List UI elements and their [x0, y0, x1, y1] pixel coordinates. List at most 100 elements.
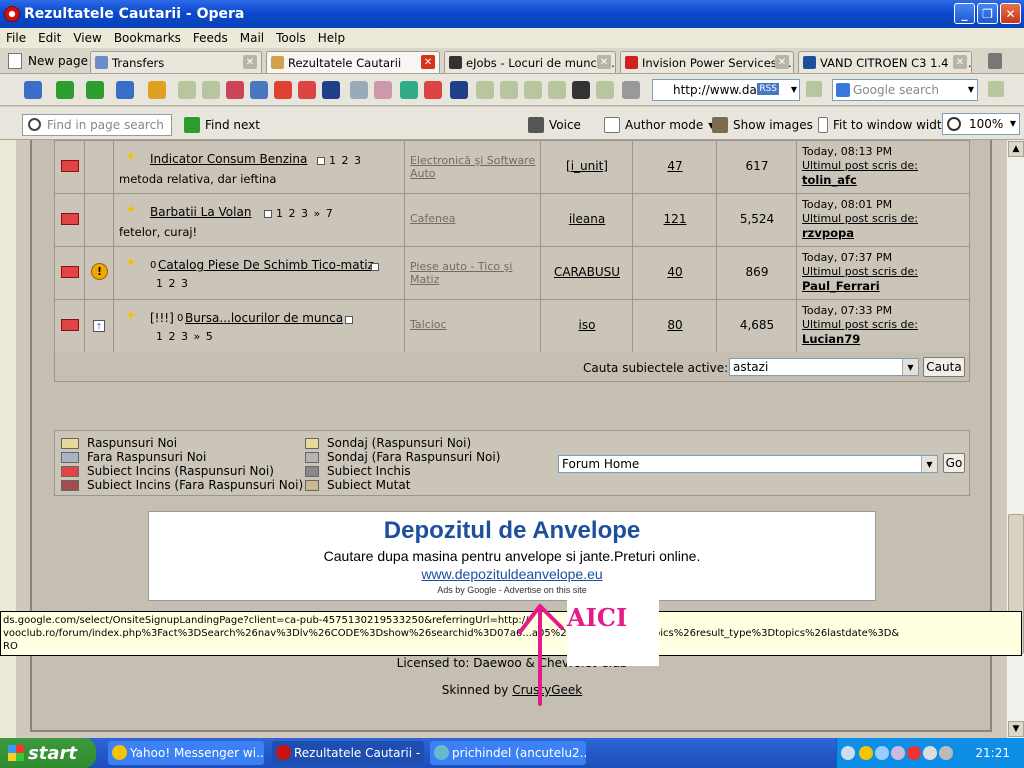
tab-transfers[interactable]: Transfers ✕ [90, 51, 262, 73]
google-ad[interactable]: Depozitul de Anvelope Cautare dupa masin… [148, 511, 876, 601]
minimize-button[interactable]: _ [954, 3, 975, 24]
search-input[interactable]: Google search ▼ [832, 79, 978, 101]
last-post-label[interactable]: Ultimul post scris de: [802, 212, 918, 226]
menu-view[interactable]: View [67, 31, 107, 45]
topic-pages-toggle[interactable] [367, 260, 383, 273]
show-images-button[interactable]: Show images [712, 117, 813, 133]
go-button[interactable]: Go [943, 453, 965, 473]
last-post-user[interactable]: Lucian79 [802, 332, 860, 346]
replies-link[interactable]: 40 [633, 265, 717, 279]
bookmark-icon[interactable] [548, 81, 566, 99]
restore-button[interactable]: ❐ [977, 3, 998, 24]
bookmark-icon[interactable] [596, 81, 614, 99]
tab-invision[interactable]: Invision Power Services :... ✕ [620, 51, 794, 73]
bookmark-icon[interactable] [226, 81, 244, 99]
new-page-button[interactable]: New page [8, 53, 88, 69]
menu-edit[interactable]: Edit [32, 31, 67, 45]
gmail-icon[interactable] [298, 81, 316, 99]
forum-link[interactable]: Piese auto - Tico şi Matiz [410, 260, 538, 286]
reload-icon[interactable] [148, 81, 166, 99]
forum-link[interactable]: Electronică şi Software Auto [410, 154, 538, 180]
scroll-up-icon[interactable]: ▲ [1008, 141, 1024, 157]
tab-vand-citroen[interactable]: VAND CITROEN C3 1.4 H... ✕ [798, 51, 972, 73]
start-button[interactable]: start [0, 738, 96, 768]
ad-headline[interactable]: Depozitul de Anvelope [149, 517, 875, 545]
last-post-label[interactable]: Ultimul post scris de: [802, 159, 918, 173]
author-mode-button[interactable]: Author mode ▼ [604, 117, 714, 133]
topic-title[interactable]: Barbatii La Volan [150, 205, 251, 219]
forward-icon[interactable] [86, 81, 104, 99]
menu-bookmarks[interactable]: Bookmarks [108, 31, 187, 45]
tab-ejobs[interactable]: eJobs - Locuri de munca ... ✕ [444, 51, 616, 73]
last-post-user[interactable]: tolin_afc [802, 173, 857, 187]
bookmark-icon[interactable] [178, 81, 196, 99]
menu-file[interactable]: File [0, 31, 32, 45]
menu-feeds[interactable]: Feeds [187, 31, 234, 45]
fit-width-button[interactable]: Fit to window width [818, 117, 949, 133]
fast-forward-icon[interactable] [116, 81, 134, 99]
last-post-user[interactable]: rzvpopa [802, 226, 854, 240]
topic-title[interactable]: Indicator Consum Benzina [150, 152, 307, 166]
tab-rezultatele-cautarii[interactable]: Rezultatele Cautarii ✕ [266, 51, 440, 73]
author-link[interactable]: [i_unit] [541, 159, 633, 173]
tray-icon[interactable] [923, 746, 937, 760]
bookmark-icon[interactable] [202, 81, 220, 99]
active-topics-select[interactable]: astazi ▼ [729, 358, 919, 376]
trash-icon[interactable] [988, 53, 1002, 69]
bookmark-icon[interactable] [622, 81, 640, 99]
task-opera[interactable]: Rezultatele Cautarii - ... [272, 741, 424, 765]
rss-badge[interactable]: RSS [757, 83, 779, 95]
close-tab-icon[interactable]: ✕ [243, 55, 257, 69]
close-tab-icon[interactable]: ✕ [597, 55, 611, 69]
replies-link[interactable]: 47 [633, 159, 717, 173]
forum-link[interactable]: Cafenea [410, 212, 538, 225]
topic-pages-toggle[interactable] [341, 313, 357, 326]
zoom-select[interactable]: 100% ▼ [942, 113, 1020, 135]
replies-link[interactable]: 80 [633, 318, 717, 332]
bookmark-icon[interactable] [374, 81, 392, 99]
author-link[interactable]: CARABUSU [541, 265, 633, 279]
chevron-down-icon[interactable]: ▼ [968, 85, 974, 94]
close-tab-icon[interactable]: ✕ [421, 55, 435, 69]
volume-icon[interactable] [939, 746, 953, 760]
yahoo-tray-icon[interactable] [859, 746, 873, 760]
tray-icon[interactable] [891, 746, 905, 760]
rewind-icon[interactable] [24, 81, 42, 99]
topic-title[interactable]: Bursa...locurilor de munca [185, 311, 343, 325]
close-tab-icon[interactable]: ✕ [953, 55, 967, 69]
menu-help[interactable]: Help [312, 31, 351, 45]
topic-title[interactable]: Catalog Piese De Schimb Tico-matiz [158, 258, 374, 272]
scroll-down-icon[interactable]: ▼ [1008, 721, 1024, 737]
last-post-label[interactable]: Ultimul post scris de: [802, 265, 918, 279]
author-link[interactable]: ileana [541, 212, 633, 226]
gmail-icon[interactable] [424, 81, 442, 99]
topic-pages[interactable]: 1 2 3 [156, 277, 189, 290]
bookmark-icon[interactable] [572, 81, 590, 99]
address-bar[interactable]: http://www.daev RSS ▼ [652, 79, 800, 101]
close-button[interactable]: ✕ [1000, 3, 1021, 24]
bookmark-icon[interactable] [250, 81, 268, 99]
chevron-down-icon[interactable]: ▼ [791, 85, 797, 94]
network-icon[interactable] [875, 746, 889, 760]
cauta-button[interactable]: Cauta [923, 357, 965, 377]
topic-pages[interactable]: 1 2 3 [313, 154, 362, 167]
chevron-down-icon[interactable]: ▼ [1010, 119, 1016, 128]
voice-button[interactable]: Voice [528, 117, 581, 133]
bookmark-icon[interactable] [500, 81, 518, 99]
tray-expand-icon[interactable] [841, 746, 855, 760]
forum-link[interactable]: Talcioc [410, 318, 538, 331]
find-in-page-input[interactable]: Find in page search [22, 114, 172, 136]
task-yahoo-messenger[interactable]: Yahoo! Messenger wi... [108, 741, 264, 765]
feed-icon[interactable] [806, 81, 822, 97]
task-prichindel[interactable]: prichindel (ancutelu2... [430, 741, 586, 765]
bookmark-icon[interactable] [524, 81, 542, 99]
google-icon[interactable] [400, 81, 418, 99]
bookmark-icon[interactable] [988, 81, 1004, 97]
topic-pages[interactable]: 1 2 3 » 5 [156, 330, 214, 343]
last-post-user[interactable]: Paul_Ferrari [802, 279, 880, 293]
forum-jump-select[interactable]: Forum Home ▼ [558, 455, 938, 473]
back-icon[interactable] [56, 81, 74, 99]
bookmark-icon[interactable] [476, 81, 494, 99]
tray-icon[interactable] [907, 746, 921, 760]
replies-link[interactable]: 121 [633, 212, 717, 226]
